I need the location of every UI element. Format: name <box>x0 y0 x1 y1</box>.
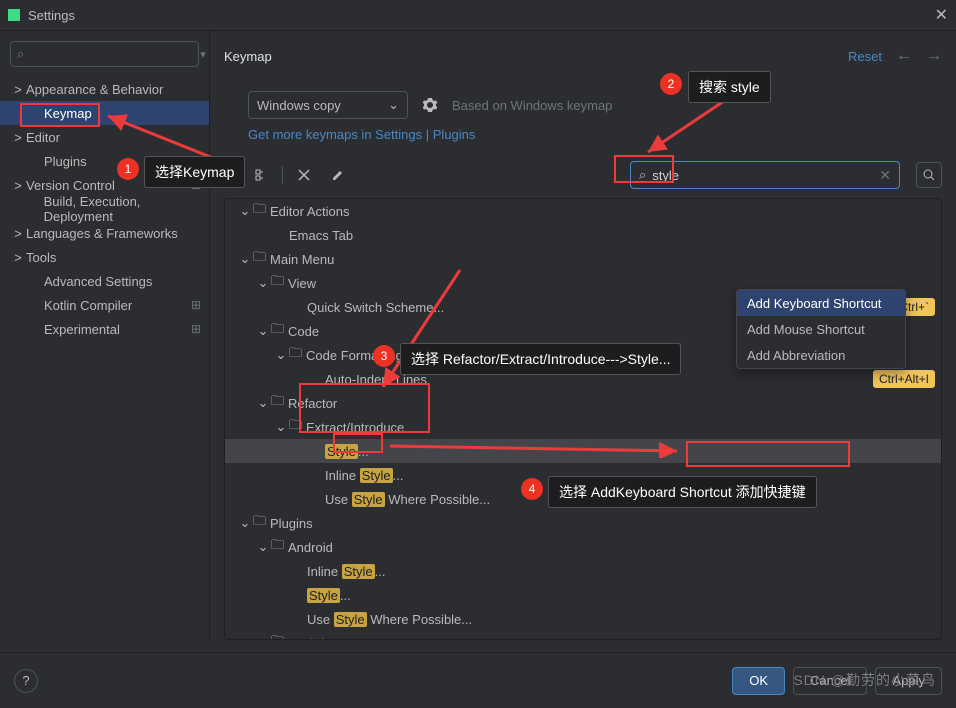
help-button[interactable]: ? <box>14 669 38 693</box>
sidebar-item[interactable]: Build, Execution, Deployment <box>0 197 209 221</box>
context-menu: Add Keyboard ShortcutAdd Mouse ShortcutA… <box>736 289 906 369</box>
sidebar-item[interactable]: >Editor <box>0 125 209 149</box>
tree-row[interactable]: ›🗀Markdown <box>225 631 941 640</box>
app-icon <box>8 9 20 21</box>
back-icon[interactable]: ← <box>896 47 912 65</box>
tree-row[interactable]: ⌄🗀Main Menu <box>225 247 941 271</box>
tree-row[interactable]: Style... <box>225 439 941 463</box>
collapse-icon[interactable] <box>291 162 317 188</box>
find-action-icon[interactable] <box>916 162 942 188</box>
ok-button[interactable]: OK <box>732 667 785 695</box>
expand-tree-icon[interactable] <box>248 162 274 188</box>
window-title: Settings <box>28 8 75 23</box>
tree-row[interactable]: Inline Style... <box>225 463 941 487</box>
menu-item[interactable]: Add Mouse Shortcut <box>737 316 905 342</box>
search-icon: ⌕ <box>17 46 24 62</box>
filter-box[interactable]: ⌕ ✕ <box>630 161 900 189</box>
close-icon[interactable]: ✕ <box>935 5 948 25</box>
sidebar-item[interactable]: Plugins⊞ <box>0 149 209 173</box>
tree-row[interactable]: Inline Style... <box>225 559 941 583</box>
sidebar-item[interactable]: Kotlin Compiler⊞ <box>0 293 209 317</box>
keymap-select[interactable]: Windows copy ⌄ <box>248 91 408 119</box>
page-title: Keymap <box>224 49 272 64</box>
clear-icon[interactable]: ✕ <box>879 167 891 184</box>
filter-input[interactable] <box>652 168 873 183</box>
based-on-label: Based on Windows keymap <box>452 98 612 113</box>
sidebar-search[interactable]: ⌕ ▾ <box>10 41 199 67</box>
get-keymaps-link[interactable]: Get more keymaps in Settings <box>248 127 422 142</box>
edit-icon[interactable] <box>325 162 351 188</box>
tree-row[interactable]: ⌄🗀Android <box>225 535 941 559</box>
sidebar-search-input[interactable] <box>24 47 200 62</box>
tree-row[interactable]: Style... <box>225 583 941 607</box>
tree-row[interactable]: ⌄🗀Extract/Introduce <box>225 415 941 439</box>
search-icon: ⌕ <box>639 167 646 183</box>
watermark: SDN @勤劳的小菜鸟 <box>793 670 936 690</box>
plugins-link[interactable]: Plugins <box>433 127 476 142</box>
menu-item[interactable]: Add Abbreviation <box>737 342 905 368</box>
tree-row[interactable]: Emacs Tab <box>225 223 941 247</box>
keymap-select-value: Windows copy <box>257 98 341 113</box>
tree-row[interactable]: Use Style Where Possible... <box>225 607 941 631</box>
sidebar-item[interactable]: >Tools <box>0 245 209 269</box>
sidebar-item[interactable]: Keymap <box>0 101 209 125</box>
tree-row[interactable]: Auto-Indent LinesCtrl+Alt+I <box>225 367 941 391</box>
tree-row[interactable]: ⌄🗀Editor Actions <box>225 199 941 223</box>
forward-icon[interactable]: → <box>926 47 942 65</box>
sidebar-item[interactable]: Advanced Settings <box>0 269 209 293</box>
sidebar-item[interactable]: >Appearance & Behavior <box>0 77 209 101</box>
reset-link[interactable]: Reset <box>848 49 882 64</box>
menu-item[interactable]: Add Keyboard Shortcut <box>737 290 905 316</box>
sidebar-item[interactable]: Experimental⊞ <box>0 317 209 341</box>
dropdown-icon: ▾ <box>200 48 206 61</box>
sidebar-item[interactable]: >Languages & Frameworks <box>0 221 209 245</box>
chevron-down-icon: ⌄ <box>388 97 399 113</box>
tree-row[interactable]: ⌄🗀Refactor <box>225 391 941 415</box>
tree-row[interactable]: Use Style Where Possible... <box>225 487 941 511</box>
gear-icon[interactable] <box>422 97 438 113</box>
tree-row[interactable]: ⌄🗀Plugins <box>225 511 941 535</box>
